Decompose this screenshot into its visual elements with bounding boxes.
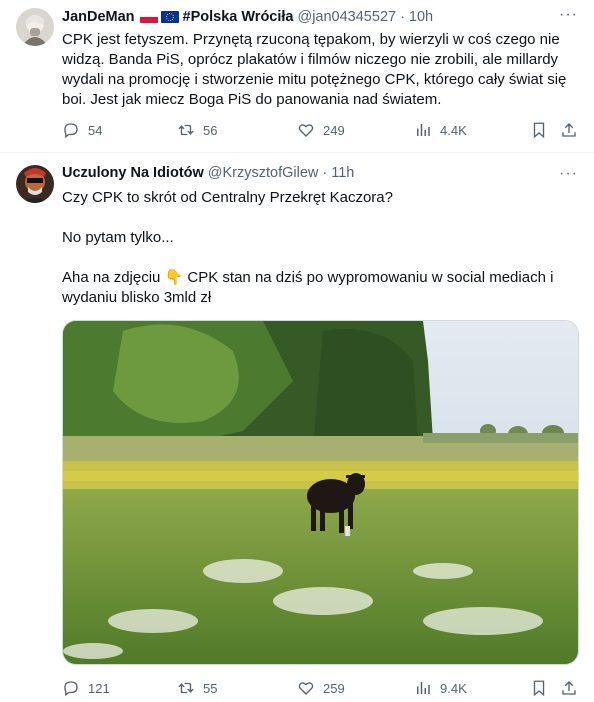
views-count: 4.4K — [440, 122, 467, 138]
views-button[interactable]: 9.4K — [414, 679, 467, 697]
reply-count: 54 — [88, 122, 103, 138]
tweet-photo[interactable] — [62, 320, 579, 665]
text-line-3: Aha na zdjęciu 👇 CPK stan na dziś po wyp… — [62, 269, 554, 306]
repost-button[interactable]: 55 — [177, 679, 217, 697]
timestamp[interactable]: 11h — [331, 165, 354, 181]
tweet-1[interactable]: JanDeMan #Polska Wróciła @jan04345527 · … — [0, 0, 594, 152]
share-button[interactable] — [560, 679, 586, 697]
handle[interactable]: @KrzysztofGilew — [208, 165, 319, 181]
views-count: 9.4K — [440, 680, 467, 696]
display-name[interactable]: Uczulony Na Idiotów — [62, 165, 204, 181]
like-button[interactable]: 259 — [297, 679, 345, 697]
text-line-2: No pytam tylko... — [62, 229, 174, 246]
handle[interactable]: @jan04345527 — [297, 9, 396, 25]
avatar[interactable] — [16, 8, 54, 46]
like-icon — [298, 124, 314, 137]
tweet-actions: 121 55 259 9.4K — [62, 679, 582, 699]
display-name[interactable]: JanDeMan — [62, 9, 135, 25]
separator: · — [322, 165, 328, 181]
text-line-1: Czy CPK to skrót od Centralny Przekręt K… — [62, 189, 393, 206]
tweet-2[interactable]: Uczulony Na Idiotów @KrzysztofGilew · 11… — [0, 153, 594, 702]
tweet-header: JanDeMan #Polska Wróciła @jan04345527 · … — [62, 9, 433, 25]
bookmark-icon — [533, 122, 545, 139]
repost-button[interactable]: 56 — [177, 121, 217, 139]
reply-icon — [64, 123, 78, 139]
repost-count: 56 — [203, 122, 218, 138]
tweet-text: CPK jest fetyszem. Przynętą rzuconą tępa… — [62, 31, 567, 108]
more-icon[interactable]: ··· — [559, 165, 578, 183]
more-icon[interactable]: ··· — [559, 6, 578, 24]
tweet-text: Czy CPK to skrót od Centralny Przekręt K… — [62, 188, 578, 308]
name-suffix: #Polska Wróciła — [182, 9, 294, 25]
reply-button[interactable]: 121 — [62, 679, 110, 697]
reply-icon — [64, 681, 78, 697]
repost-icon — [178, 682, 194, 694]
tweet-header: Uczulony Na Idiotów @KrzysztofGilew · 11… — [62, 165, 354, 181]
eu-flag-icon — [160, 11, 179, 23]
timestamp[interactable]: 10h — [409, 9, 433, 25]
share-button[interactable] — [560, 121, 586, 139]
like-icon — [298, 682, 314, 695]
views-icon — [417, 682, 430, 694]
like-button[interactable]: 249 — [297, 121, 345, 139]
repost-icon — [178, 124, 194, 136]
reply-count: 121 — [88, 680, 110, 696]
like-count: 259 — [323, 680, 345, 696]
share-icon — [562, 681, 576, 695]
views-button[interactable]: 4.4K — [414, 121, 467, 139]
bookmark-icon — [533, 680, 545, 697]
bookmark-button[interactable] — [530, 679, 556, 697]
share-icon — [562, 123, 576, 137]
reply-button[interactable]: 54 — [62, 121, 102, 139]
like-count: 249 — [323, 122, 345, 138]
views-icon — [417, 124, 430, 136]
avatar[interactable] — [16, 165, 54, 203]
repost-count: 55 — [203, 680, 218, 696]
separator: · — [400, 9, 405, 25]
bookmark-button[interactable] — [530, 121, 556, 139]
poland-flag-icon — [139, 11, 158, 23]
tweet-actions: 54 56 249 4.4K — [62, 121, 582, 141]
